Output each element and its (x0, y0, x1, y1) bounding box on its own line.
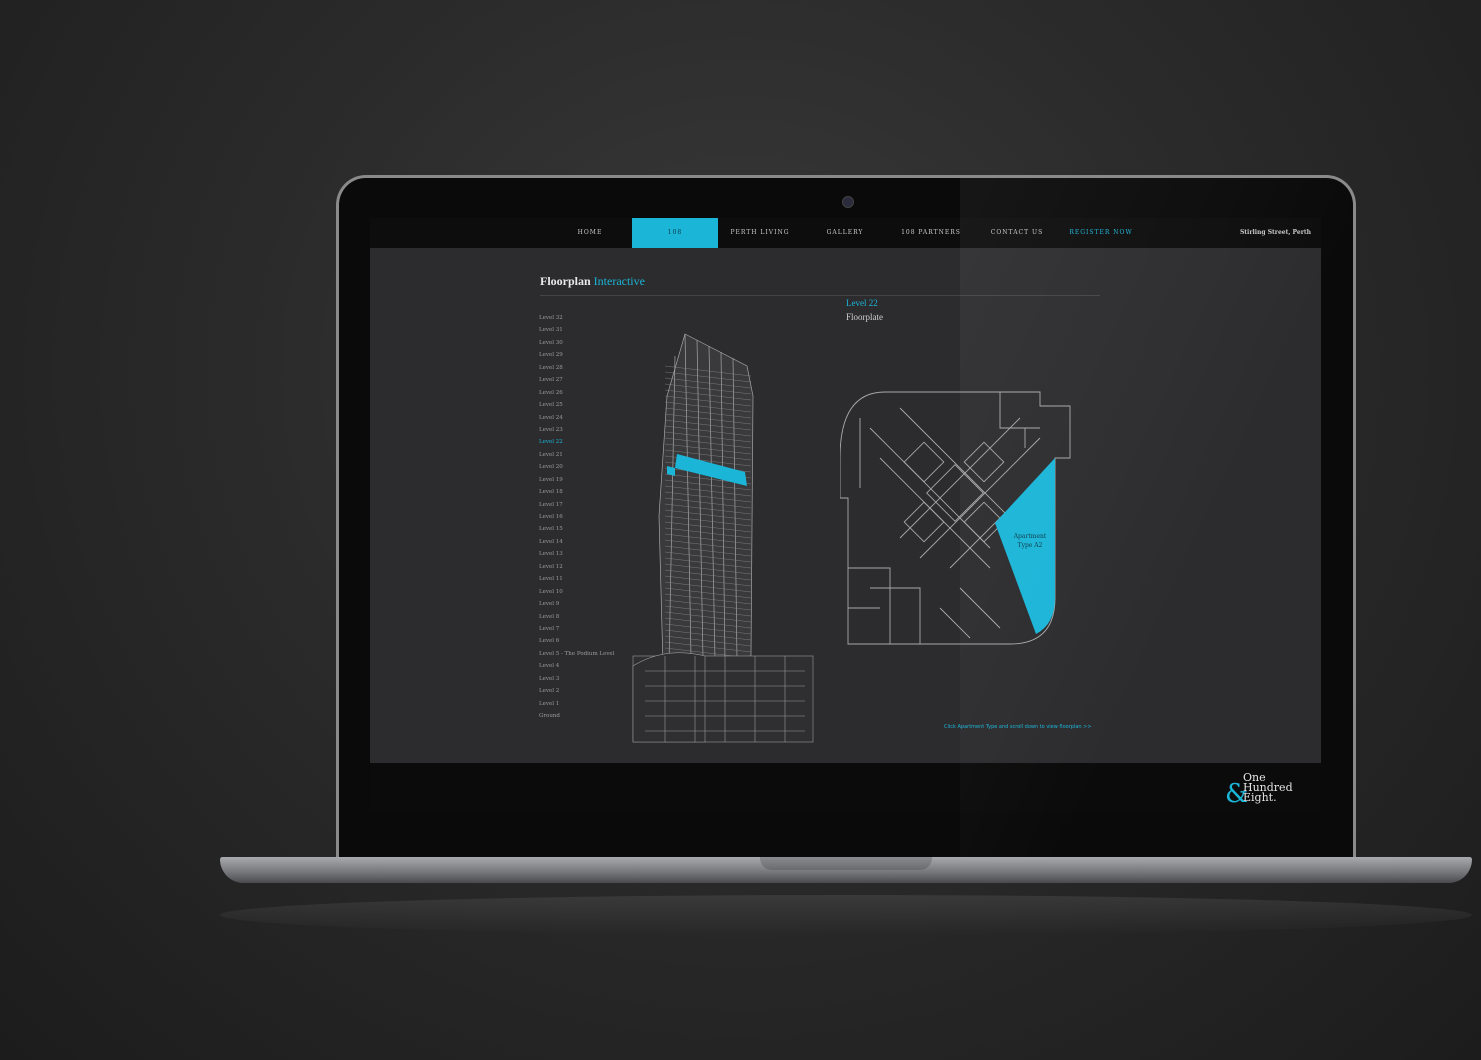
level-item[interactable]: Level 31 (539, 324, 614, 336)
level-item[interactable]: Level 19 (539, 474, 614, 486)
nav-item-home[interactable]: Home (568, 218, 612, 248)
level-item[interactable]: Level 4 (539, 660, 614, 672)
level-item[interactable]: Level 32 (539, 312, 614, 324)
level-item[interactable]: Level 23 (539, 424, 614, 436)
title-divider (540, 295, 1100, 296)
page-title-accent: Interactive (593, 274, 645, 288)
level-item[interactable]: Level 25 (539, 399, 614, 411)
level-item[interactable]: Level 15 (539, 523, 614, 535)
page-title-main: Floorplan (540, 274, 591, 288)
level-item[interactable]: Level 9 (539, 598, 614, 610)
floorplan-diagram[interactable]: Apartment Type A2 (840, 388, 1100, 648)
level-item[interactable]: Level 29 (539, 349, 614, 361)
level-item[interactable]: Level 17 (539, 499, 614, 511)
floorplan-help-link[interactable]: Click Apartment Type and scroll down to … (944, 724, 1092, 730)
nav-item-perth-living[interactable]: Perth Living (728, 218, 792, 248)
level-item[interactable]: Level 20 (539, 461, 614, 473)
level-item[interactable]: Level 14 (539, 536, 614, 548)
level-item[interactable]: Level 1 (539, 698, 614, 710)
level-item[interactable]: Level 10 (539, 586, 614, 598)
level-item[interactable]: Level 13 (539, 548, 614, 560)
page-title: Floorplan Interactive (540, 274, 645, 289)
level-item[interactable]: Level 28 (539, 362, 614, 374)
logo-line-3: Eight. (1243, 791, 1277, 804)
level-item[interactable]: Ground (539, 710, 614, 722)
address-label: Stirling Street, Perth (1239, 229, 1311, 236)
level-item[interactable]: Level 21 (539, 449, 614, 461)
apartment-label-line2: Type A2 (1018, 542, 1043, 549)
level-item[interactable]: Level 11 (539, 573, 614, 585)
nav-item-contact-us[interactable]: Contact Us (984, 218, 1050, 248)
level-item[interactable]: Level 12 (539, 561, 614, 573)
nav-item-108[interactable]: 108 (632, 218, 718, 248)
apartment-label-line1: Apartment (1013, 533, 1047, 540)
level-item[interactable]: Level 3 (539, 673, 614, 685)
footer-bar: & One Hundred Eight. (370, 763, 1321, 813)
logo[interactable]: & One Hundred Eight. (1225, 772, 1299, 809)
laptop-reflection (220, 895, 1472, 935)
level-item[interactable]: Level 30 (539, 337, 614, 349)
level-item[interactable]: Level 5 - The Podium Level (539, 648, 614, 660)
level-item[interactable]: Level 26 (539, 387, 614, 399)
level-item[interactable]: Level 24 (539, 412, 614, 424)
level-item[interactable]: Level 8 (539, 611, 614, 623)
level-item[interactable]: Level 6 (539, 635, 614, 647)
nav-item-gallery[interactable]: Gallery (818, 218, 872, 248)
level-item[interactable]: Level 2 (539, 685, 614, 697)
level-item[interactable]: Level 22 (539, 436, 614, 448)
laptop-notch (760, 857, 932, 870)
floorplate-label: Floorplate (846, 312, 883, 322)
logo-wordmark: One Hundred Eight. (1243, 772, 1293, 804)
selected-level-heading: Level 22 (846, 298, 878, 308)
camera-icon (842, 196, 854, 208)
nav-item-108-partners[interactable]: 108 Partners (898, 218, 964, 248)
nav-item-register-now[interactable]: Register Now (1066, 218, 1136, 248)
level-item[interactable]: Level 27 (539, 374, 614, 386)
level-item[interactable]: Level 16 (539, 511, 614, 523)
level-item[interactable]: Level 7 (539, 623, 614, 635)
level-list: Level 32 Level 31 Level 30 Level 29 Level 28… (539, 312, 614, 722)
tower-elevation[interactable] (625, 326, 825, 746)
top-navigation: Home 108 Perth Living Gallery 108 Partne… (370, 218, 1321, 248)
level-item[interactable]: Level 18 (539, 486, 614, 498)
screen: Home 108 Perth Living Gallery 108 Partne… (370, 218, 1321, 813)
